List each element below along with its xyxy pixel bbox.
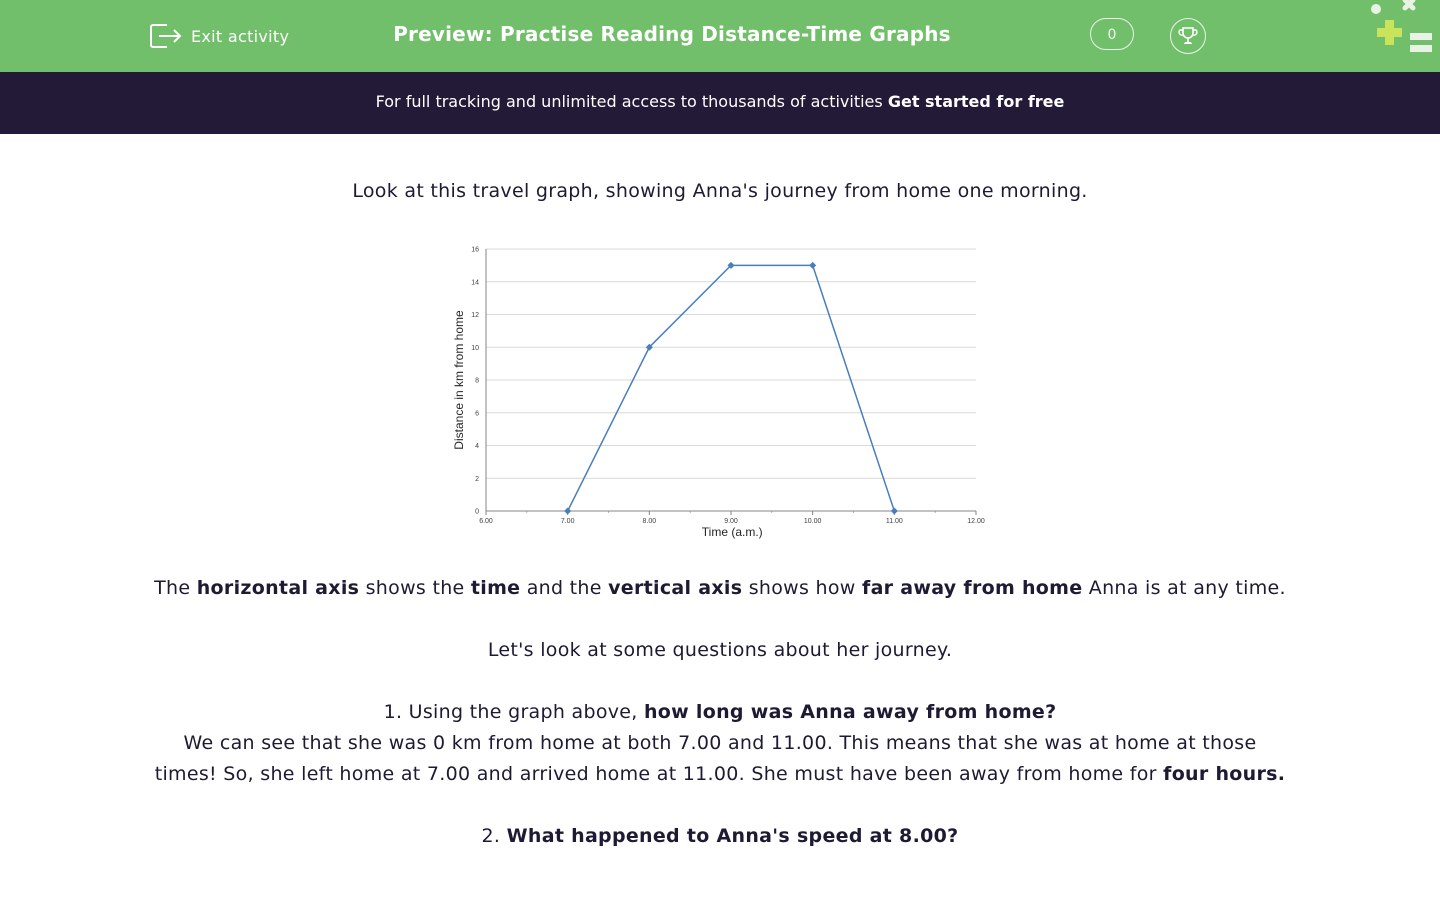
y-tick-label: 8: [475, 378, 479, 385]
data-point: [890, 507, 898, 515]
lets-look-text: Let's look at some questions about her j…: [487, 639, 953, 661]
x-axis-label: Time (a.m.): [702, 525, 763, 539]
promo-banner: For full tracking and unlimited access t…: [0, 72, 1440, 134]
trophy-icon: [1178, 27, 1198, 44]
x-tick-label: 11.00: [886, 518, 903, 525]
axis-explanation: The horizontal axis shows the time and t…: [154, 577, 1286, 599]
question-1: 1. Using the graph above, how long was A…: [383, 701, 1057, 723]
y-tick-label: 10: [471, 345, 479, 352]
y-tick-label: 0: [475, 509, 479, 516]
banner-text: For full tracking and unlimited access t…: [375, 92, 883, 111]
y-tick-label: 12: [471, 312, 479, 319]
exit-activity-button[interactable]: Exit activity: [149, 22, 289, 50]
answer-1: We can see that she was 0 km from home a…: [154, 732, 1286, 785]
x-tick-label: 7.00: [561, 518, 575, 525]
question-2: 2. What happened to Anna's speed at 8.00…: [481, 825, 959, 847]
x-tick-label: 6.00: [479, 518, 493, 525]
data-point: [809, 261, 817, 269]
y-tick-label: 4: [475, 443, 479, 450]
exit-icon: [150, 24, 182, 48]
data-point: [564, 507, 572, 515]
chart-svg: 0 2 4 6 8 10 12 14 16 6.00 7.00 8.00 9.00 10.00 11.00 1…: [452, 247, 985, 540]
logo-icon: [1371, 0, 1432, 52]
distance-time-chart: 0 2 4 6 8 10 12 14 16 6.00 7.00 8.00 9.00 10.00 11.00 1…: [446, 236, 994, 546]
x-tick-label: 10.00: [804, 518, 822, 525]
intro-text: Look at this travel graph, showing Anna'…: [352, 180, 1088, 202]
series-line: [566, 264, 896, 512]
y-tick-label: 2: [475, 476, 479, 483]
y-tick-label: 14: [471, 279, 479, 286]
x-tick-label: 12.00: [967, 518, 985, 525]
y-axis-label: Distance in km from home: [452, 310, 466, 450]
page-title: Preview: Practise Reading Distance-Time …: [393, 22, 951, 46]
trophy-button[interactable]: [1170, 18, 1206, 54]
x-tick-label: 9.00: [724, 518, 738, 525]
y-tick-label: 16: [471, 247, 479, 254]
score-badge: 0: [1090, 18, 1134, 50]
x-tick-label: 8.00: [643, 518, 657, 525]
exit-activity-label: Exit activity: [191, 26, 290, 46]
get-started-link[interactable]: Get started for free: [888, 92, 1065, 111]
top-bar: Exit activity Preview: Practise Reading …: [0, 0, 1440, 72]
y-tick-label: 6: [475, 410, 479, 417]
